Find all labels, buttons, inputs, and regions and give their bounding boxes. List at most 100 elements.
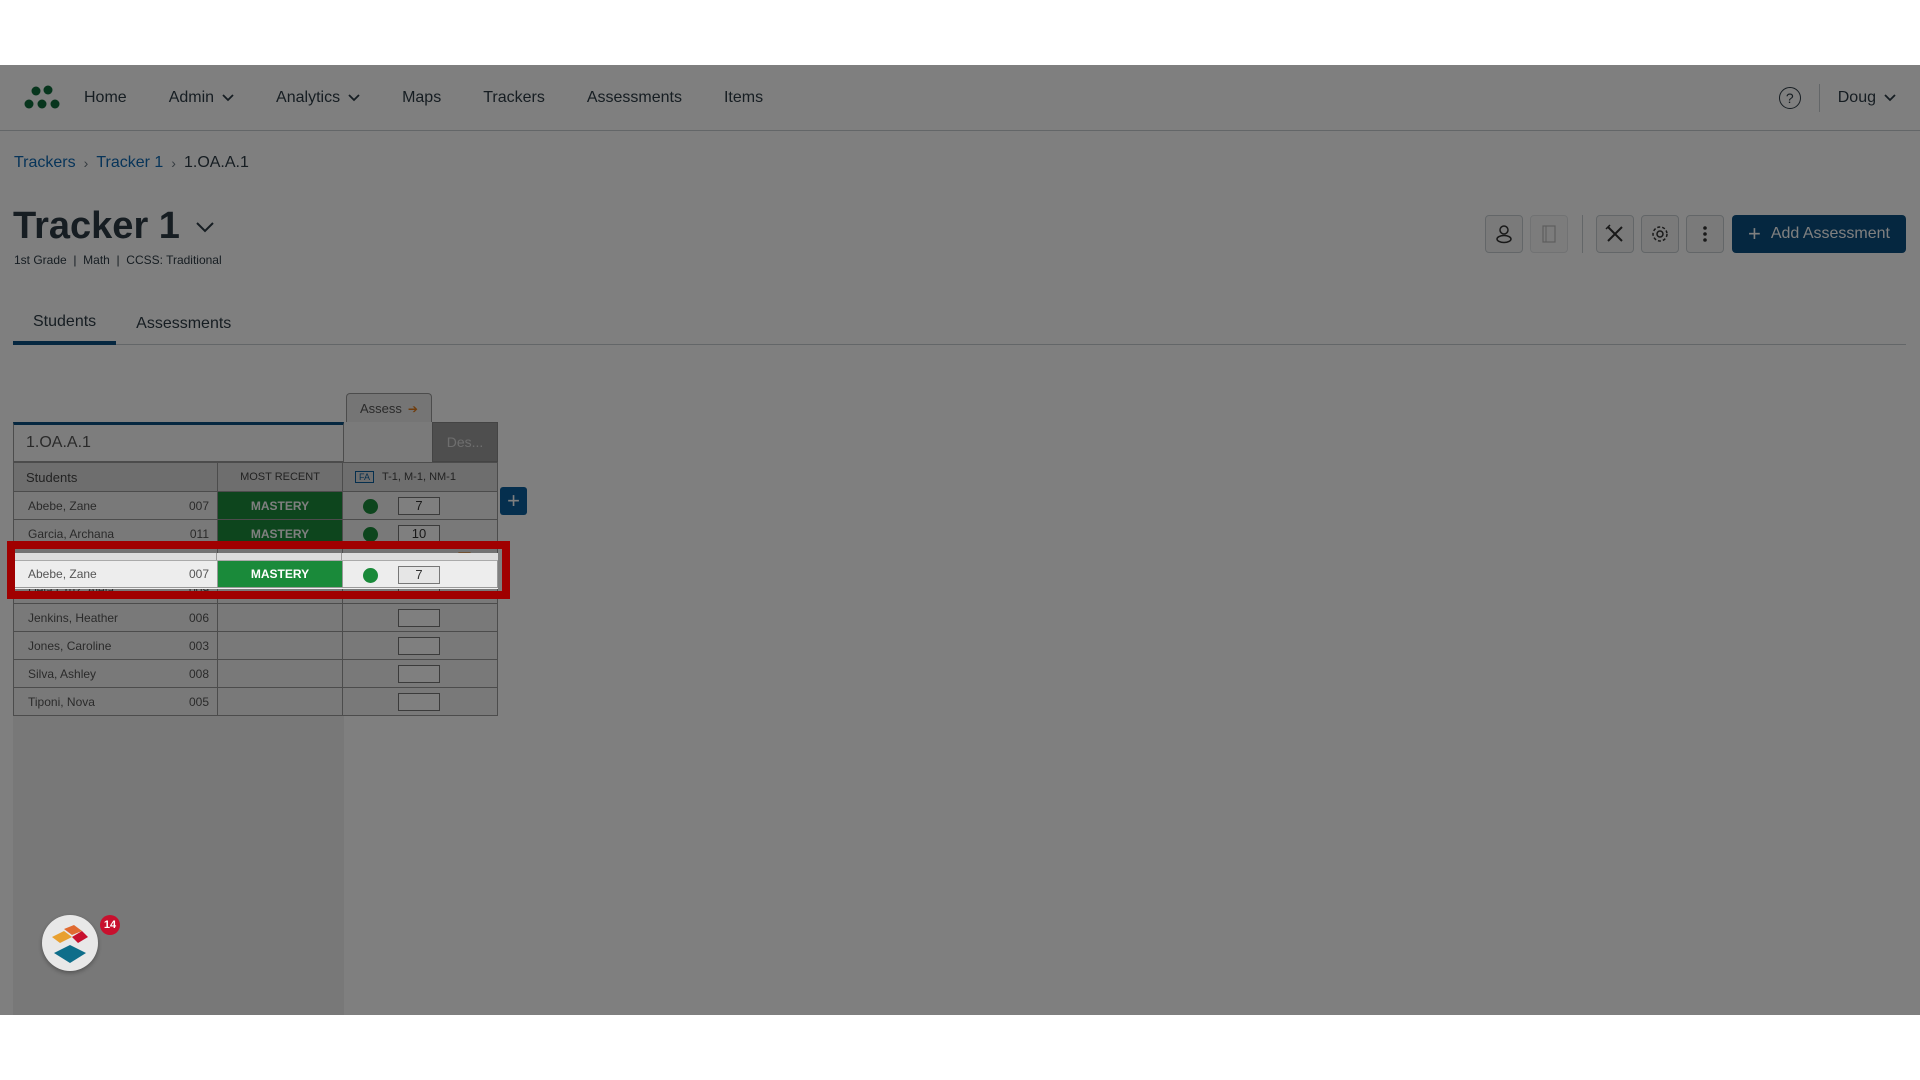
student-name[interactable]: Jones, Caroline [14,632,184,659]
assessment-header-label: T-1, M-1, NM-1 [382,471,456,483]
add-assessment-label: Add Assessment [1770,225,1890,242]
export-arrow-icon: ➔ [407,401,418,416]
nav-home[interactable]: Home [84,89,127,107]
description-column-head[interactable]: Des... [432,422,498,462]
score-input[interactable] [398,609,440,627]
nav-admin[interactable]: Admin [169,89,234,107]
tools-button[interactable] [1595,215,1634,253]
score-input[interactable]: 7 [398,497,440,515]
nav-divider [1818,84,1820,112]
nav-analytics[interactable]: Analytics [276,89,360,107]
notification-badge: 14 [100,915,120,935]
standard-field[interactable]: 1.OA.A.1 [13,422,344,462]
most-recent-status: MASTERY [218,492,343,519]
breadcrumb-separator: › [83,155,89,171]
nav-maps-label: Maps [402,89,442,106]
chevron-down-icon [222,94,234,102]
tab-students[interactable]: Students [13,303,117,345]
widget-logo-icon [52,925,88,963]
nav-trackers-label: Trackers [483,89,545,106]
table-row[interactable]: Jenkins, Heather 006 [13,604,498,632]
most-recent-status [218,688,343,715]
score-cell [343,660,497,687]
nav-admin-label: Admin [168,89,215,106]
top-nav: Home Admin Analytics Maps Trackers Asses… [0,65,1920,131]
students-header[interactable]: Students [14,463,218,491]
nav-maps[interactable]: Maps [402,89,441,107]
mastery-dot-icon [363,527,378,542]
student-id: 007 [184,492,218,519]
breadcrumb-separator: › [171,155,176,171]
assess-tab[interactable]: Assess ➔ [346,393,432,423]
breadcrumb-trackers[interactable]: Trackers [14,154,76,172]
nav-items-label: Items [723,89,764,106]
nav-right: ? Doug [1778,65,1896,131]
student-id: 005 [184,688,218,715]
chevron-down-icon[interactable] [194,216,216,238]
highlight-box [7,541,510,599]
most-recent-status [218,660,343,687]
assessment-column-head [344,422,432,462]
most-recent-status [218,604,343,631]
student-id: 006 [184,604,218,631]
breadcrumb-current: 1.OA.A.1 [183,154,249,171]
table-header: Students MOST RECENT FA T-1, M-1, NM-1 [13,462,498,492]
score-cell [343,632,497,659]
settings-button[interactable] [1640,215,1679,253]
assessment-header[interactable]: FA T-1, M-1, NM-1 [343,463,497,491]
student-name[interactable]: Abebe, Zane [14,492,184,519]
score-input[interactable] [398,637,440,655]
assess-tab-label: Assess [360,401,402,416]
breadcrumb-tracker-1[interactable]: Tracker 1 [96,154,163,172]
kebab-menu-icon [1703,226,1707,242]
toolbar-divider [1581,215,1583,253]
score-input[interactable] [398,693,440,711]
title-row: Tracker 1 [13,205,216,248]
more-options-button[interactable] [1685,215,1724,253]
mastery-dot-icon [363,499,378,514]
score-input[interactable] [398,665,440,683]
gear-icon [1652,226,1668,242]
nav-home-label: Home [84,89,127,106]
chevron-down-icon [1884,94,1896,102]
score-cell: 7 [343,492,497,519]
nav-trackers[interactable]: Trackers [483,89,545,107]
notebook-icon [1542,225,1556,243]
table-body: Abebe, Zane 007 MASTERY 7 Garcia, Archana 011… [13,492,498,716]
pencil-ruler-icon [1605,224,1623,242]
student-name[interactable]: Jenkins, Heather [14,604,184,631]
help-widget[interactable]: 14 [42,915,120,971]
page-title: Tracker 1 [13,205,180,247]
table-row[interactable]: Jones, Caroline 003 [13,632,498,660]
nav-menu: Home Admin Analytics Maps Trackers Asses… [84,65,805,131]
nav-items[interactable]: Items [724,89,763,107]
fa-badge: FA [355,471,375,483]
tab-bar: Students Assessments [13,303,1906,345]
user-icon [1496,225,1512,244]
tracker-subtitle: 1st Grade | Math | CCSS: Traditional [14,253,222,267]
student-name[interactable]: Silva, Ashley [14,660,184,687]
student-id: 008 [184,660,218,687]
student-view-button[interactable] [1484,215,1523,253]
plus-icon: + [1747,221,1761,246]
app-logo-icon[interactable] [24,85,62,111]
nav-assessments[interactable]: Assessments [587,89,682,107]
student-name[interactable]: Tiponi, Nova [14,688,184,715]
add-column-button[interactable]: + [500,487,527,515]
user-name: Doug [1837,89,1876,106]
user-menu[interactable]: Doug [1838,89,1896,107]
chevron-down-icon [348,94,360,102]
table-row[interactable]: Tiponi, Nova 005 [13,688,498,716]
nav-analytics-label: Analytics [276,89,341,106]
help-icon[interactable]: ? [1778,87,1801,109]
notebook-button[interactable] [1529,215,1568,253]
table-row[interactable]: Abebe, Zane 007 MASTERY 7 [13,492,498,520]
tab-assessments[interactable]: Assessments [116,303,251,345]
breadcrumb: Trackers › Tracker 1 › 1.OA.A.1 [14,154,249,172]
app-frame: Home Admin Analytics Maps Trackers Asses… [0,65,1920,1015]
score-cell [343,604,497,631]
most-recent-status [218,632,343,659]
tracker-toolbar: + Add Assessment [1478,215,1906,253]
table-row[interactable]: Silva, Ashley 008 [13,660,498,688]
add-assessment-button[interactable]: + Add Assessment [1731,215,1906,253]
